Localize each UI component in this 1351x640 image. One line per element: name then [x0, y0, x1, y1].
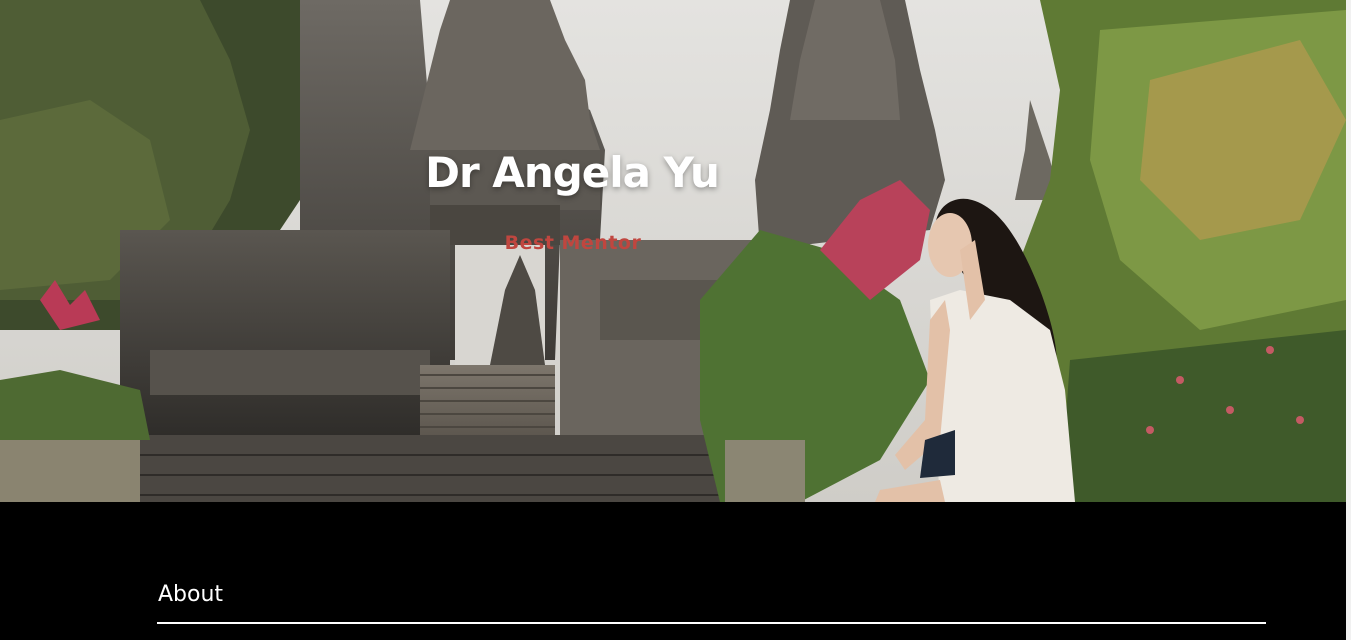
about-section: About [0, 502, 1346, 640]
hero-section: Dr Angela Yu Best Mentor [0, 0, 1346, 502]
about-heading: About [158, 582, 224, 607]
page-scrollbar[interactable] [1346, 0, 1351, 640]
page: Dr Angela Yu Best Mentor About [0, 0, 1351, 640]
about-divider [157, 622, 1266, 624]
hero-subtitle: Best Mentor [504, 232, 642, 254]
hero-title: Dr Angela Yu [425, 148, 720, 197]
